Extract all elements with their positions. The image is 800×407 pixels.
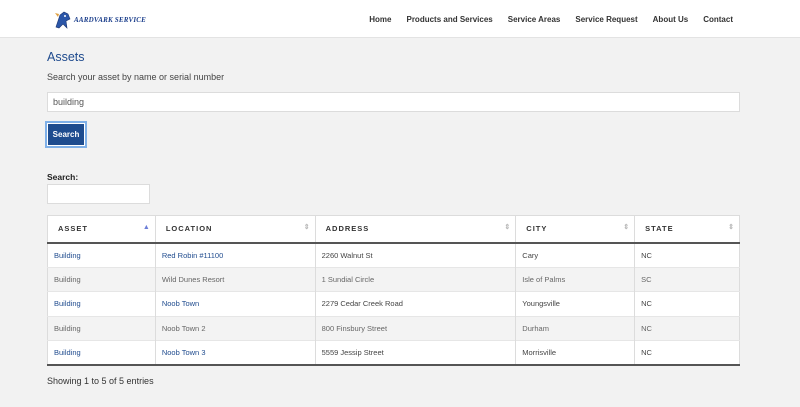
nav-service-areas[interactable]: Service Areas xyxy=(508,15,561,24)
asset-link[interactable]: Building xyxy=(47,266,156,292)
site-logo[interactable]: AARDVARK SERVICE xyxy=(54,9,146,31)
column-label: ADDRESS xyxy=(325,224,370,234)
state-cell: NC xyxy=(634,242,740,267)
sort-both-icon: ⇕ xyxy=(623,224,631,231)
city-cell: Youngsville xyxy=(515,291,636,316)
address-cell: 2279 Cedar Creek Road xyxy=(315,291,517,316)
state-cell: NC xyxy=(634,315,740,341)
asset-search-input[interactable] xyxy=(47,92,740,112)
asset-link[interactable]: Building xyxy=(47,315,156,341)
column-header-address[interactable]: ADDRESS ⇕ xyxy=(315,215,517,244)
sort-both-icon: ⇕ xyxy=(303,224,311,231)
column-label: LOCATION xyxy=(165,224,213,234)
main-nav: Home Products and Services Service Areas… xyxy=(354,15,733,24)
logo-text: AARDVARK SERVICE xyxy=(74,16,147,24)
sort-both-icon: ⇕ xyxy=(504,224,512,231)
table-row: Building Noob Town 2279 Cedar Creek Road… xyxy=(47,291,740,316)
sort-ascending-icon: ▲ xyxy=(142,224,151,231)
asset-link[interactable]: Building xyxy=(47,340,156,366)
page-title: Assets xyxy=(47,50,85,64)
nav-home[interactable]: Home xyxy=(369,15,391,24)
aardvark-logo-icon xyxy=(55,11,71,29)
table-header-row: ASSET ▲ LOCATION ⇕ ADDRESS ⇕ CITY ⇕ STATE ⇕ xyxy=(47,215,740,244)
table-row: Building Noob Town 2 800 Finsbury Street… xyxy=(47,315,740,341)
address-cell: 1 Sundial Circle xyxy=(315,266,517,292)
location-link[interactable]: Red Robin #11100 xyxy=(155,242,316,267)
address-cell: 800 Finsbury Street xyxy=(315,315,517,341)
state-cell: NC xyxy=(634,340,740,366)
column-label: STATE xyxy=(645,224,674,234)
page-subtitle: Search your asset by name or serial numb… xyxy=(47,72,225,82)
nav-products-and-services[interactable]: Products and Services xyxy=(406,15,492,24)
nav-about-us[interactable]: About Us xyxy=(653,15,689,24)
nav-service-request[interactable]: Service Request xyxy=(575,15,637,24)
column-header-state[interactable]: STATE ⇕ xyxy=(634,215,740,244)
location-link[interactable]: Noob Town 2 xyxy=(155,315,316,341)
sort-both-icon: ⇕ xyxy=(728,224,735,231)
assets-table: ASSET ▲ LOCATION ⇕ ADDRESS ⇕ CITY ⇕ STATE ⇕ B… xyxy=(47,215,740,366)
state-cell: SC xyxy=(634,266,740,292)
state-cell: NC xyxy=(634,291,740,316)
table-filter-input[interactable] xyxy=(47,184,150,204)
address-cell: 2260 Walnut St xyxy=(315,242,517,267)
nav-contact[interactable]: Contact xyxy=(703,15,733,24)
asset-link[interactable]: Building xyxy=(47,242,156,267)
city-cell: Durham xyxy=(515,315,636,341)
location-link[interactable]: Noob Town xyxy=(155,291,316,316)
city-cell: Cary xyxy=(515,242,636,267)
address-cell: 5559 Jessip Street xyxy=(315,340,517,366)
column-header-location[interactable]: LOCATION ⇕ xyxy=(155,215,316,244)
table-row: Building Wild Dunes Resort 1 Sundial Cir… xyxy=(47,266,740,292)
city-cell: Morrisville xyxy=(515,340,636,366)
table-row: Building Noob Town 3 5559 Jessip Street … xyxy=(47,340,740,366)
column-header-asset[interactable]: ASSET ▲ xyxy=(47,215,156,244)
table-filter-label: Search: xyxy=(47,172,79,182)
location-link[interactable]: Noob Town 3 xyxy=(155,340,316,366)
table-row: Building Red Robin #11100 2260 Walnut St… xyxy=(47,242,740,267)
location-link[interactable]: Wild Dunes Resort xyxy=(155,266,316,292)
top-navbar: AARDVARK SERVICE Home Products and Servi… xyxy=(0,0,800,38)
asset-link[interactable]: Building xyxy=(47,291,156,316)
city-cell: Isle of Palms xyxy=(515,266,636,292)
column-label: ASSET xyxy=(58,224,89,234)
column-label: CITY xyxy=(526,224,548,234)
search-button[interactable]: Search xyxy=(45,121,87,148)
column-header-city[interactable]: CITY ⇕ xyxy=(515,215,636,244)
table-info: Showing 1 to 5 of 5 entries xyxy=(47,376,154,386)
